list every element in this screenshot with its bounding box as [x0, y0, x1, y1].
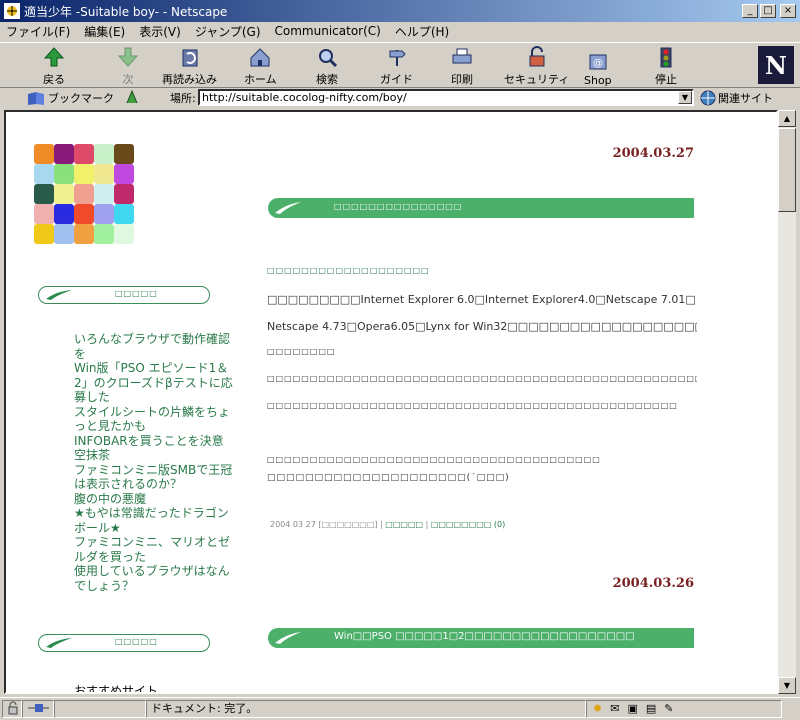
back-button[interactable]: 戻る	[42, 45, 66, 87]
entry-title-bar: □□□□□□□□□□□□□□□	[268, 198, 694, 218]
recent-entries-list: いろんなブラウザで動作確認を Win版「PSO エピソード1＆2」のクローズドβ…	[74, 332, 234, 593]
location-bar: ブックマーク 場所: http://suitable.cocolog-nifty…	[0, 88, 800, 108]
shop-bag-icon: @	[586, 48, 610, 72]
sidebar-recent-heading: □□□□□	[38, 286, 210, 304]
minimize-button[interactable]: _	[742, 4, 758, 18]
recent-entry-link[interactable]: いろんなブラウザで動作確認を	[74, 332, 234, 361]
mail-icon[interactable]: ✉	[610, 701, 619, 717]
forward-arrow-icon	[116, 45, 140, 69]
entry-date: 2004.03.26	[612, 576, 694, 591]
netscape-app-icon	[4, 3, 20, 19]
menu-file[interactable]: ファイル(F)	[6, 23, 70, 40]
url-dropdown-arrow[interactable]: ▼	[678, 91, 692, 104]
progress-bar	[54, 700, 146, 718]
shop-button[interactable]: @ Shop	[584, 45, 612, 87]
scroll-down-button[interactable]: ▼	[778, 677, 796, 694]
navigation-toolbar: 戻る 次 再読み込み ホーム 検索 ガイド 印刷 セキュリティ @ Shop 停…	[0, 42, 800, 88]
address-book-icon[interactable]: ▤	[646, 701, 656, 717]
entry-date: 2004.03.27	[612, 146, 694, 161]
forward-button[interactable]: 次	[116, 45, 140, 87]
search-icon	[315, 45, 339, 69]
swoosh-icon	[46, 638, 72, 648]
entry-title-bar: Win□□PSO □□□□□1□2□□□□□□□□□□□□□□□□□□	[268, 628, 694, 648]
security-lock-icon[interactable]	[2, 700, 22, 718]
component-bar: ✹ ✉ ▣ ▤ ✎	[586, 700, 782, 718]
security-button[interactable]: セキュリティ	[504, 45, 569, 87]
recent-entry-link[interactable]: Win版「PSO エピソード1＆2」のクローズドβテストに応募した	[74, 361, 234, 405]
status-bar: ドキュメント: 完了。 ✹ ✉ ▣ ▤ ✎	[0, 697, 800, 720]
bookmark-book-icon	[28, 92, 44, 105]
menu-go[interactable]: ジャンプ(G)	[195, 23, 261, 40]
guide-signpost-icon	[385, 45, 409, 69]
stop-traffic-light-icon	[654, 45, 678, 69]
printer-icon	[450, 45, 474, 69]
comments-link[interactable]: □□□□□□□□ (0)	[431, 520, 505, 529]
recommended-sites-label: おすすめサイト	[74, 684, 159, 694]
home-button[interactable]: ホーム	[244, 45, 277, 87]
menu-communicator[interactable]: Communicator(C)	[275, 24, 381, 38]
connection-icon	[22, 700, 54, 718]
print-button[interactable]: 印刷	[450, 45, 474, 87]
vertical-scrollbar[interactable]: ▲ ▼	[778, 110, 796, 694]
sidebar-links-heading: □□□□□	[38, 634, 210, 652]
entry-title[interactable]: Win□□PSO □□□□□1□2□□□□□□□□□□□□□□□□□□	[334, 631, 635, 642]
composer-icon[interactable]: ✎	[664, 701, 673, 717]
swoosh-icon	[275, 632, 301, 644]
bookmarks-button[interactable]: ブックマーク	[26, 90, 114, 106]
recent-entry-link[interactable]: スタイルシートの片鱗をちょっと見たかも	[74, 405, 234, 434]
back-arrow-icon	[42, 45, 66, 69]
recent-entry-link[interactable]: INFOBARを買うことを決意	[74, 434, 234, 449]
status-text: ドキュメント: 完了。	[146, 700, 586, 718]
reload-button[interactable]: 再読み込み	[162, 45, 217, 87]
reload-icon	[178, 45, 202, 69]
stop-button[interactable]: 停止	[654, 45, 678, 87]
recent-entry-link[interactable]: 使用しているブラウザはなんでしょう？	[74, 564, 234, 593]
page-proxy-icon[interactable]	[124, 89, 140, 105]
menu-edit[interactable]: 編集(E)	[84, 23, 125, 40]
page-content: □□□□□ いろんなブラウザで動作確認を Win版「PSO エピソード1＆2」の…	[4, 110, 778, 694]
recent-entry-link[interactable]: ファミコンミニ、マリオとゼルダを買った	[74, 535, 234, 564]
window-title: 適当少年 -Suitable boy- - Netscape	[24, 4, 228, 19]
menu-view[interactable]: 表示(V)	[139, 23, 181, 40]
guide-button[interactable]: ガイド	[380, 45, 413, 87]
url-input[interactable]: http://suitable.cocolog-nifty.com/boy/	[198, 89, 694, 106]
recent-entry-link[interactable]: ★もやは常識だったドラゴンボール★	[74, 506, 234, 535]
swoosh-icon	[46, 290, 72, 300]
entry-meta: 2004 03 27 [□□□□□□□] | □□□□□ | □□□□□□□□ …	[270, 520, 506, 529]
scroll-thumb[interactable]	[778, 128, 796, 212]
padlock-icon	[525, 45, 549, 69]
newsgroups-icon[interactable]: ▣	[627, 701, 637, 717]
title-bar: 適当少年 -Suitable boy- - Netscape _ □ ×	[0, 0, 800, 22]
site-logo	[34, 144, 136, 244]
location-label: 場所:	[170, 92, 196, 105]
globe-icon	[700, 90, 716, 106]
netscape-logo[interactable]: N	[758, 46, 794, 84]
navigator-icon[interactable]: ✹	[593, 701, 602, 717]
scroll-up-button[interactable]: ▲	[778, 110, 796, 127]
menu-bar: ファイル(F) 編集(E) 表示(V) ジャンプ(G) Communicator…	[0, 22, 800, 40]
home-icon	[248, 45, 272, 69]
recent-entry-link[interactable]: ファミコンミニ版SMBで王冠は表示されるのか？	[74, 463, 234, 492]
swoosh-icon	[275, 202, 301, 214]
search-button[interactable]: 検索	[315, 45, 339, 87]
related-sites-button[interactable]: 関連サイト	[700, 90, 773, 106]
maximize-button[interactable]: □	[760, 4, 776, 18]
entry-title[interactable]: □□□□□□□□□□□□□□□	[334, 202, 462, 211]
entry-body: □□□□□□□□□□□□□□□□□□□ □□□□□□□□□Internet Ex…	[267, 266, 697, 483]
menu-help[interactable]: ヘルプ(H)	[395, 23, 449, 40]
close-button[interactable]: ×	[780, 4, 796, 18]
recent-entry-link[interactable]: 空抹茶	[74, 448, 234, 463]
permalink[interactable]: □□□□□	[385, 520, 423, 529]
svg-text:@: @	[593, 58, 603, 69]
recent-entry-link[interactable]: 腹の中の悪魔	[74, 492, 234, 507]
